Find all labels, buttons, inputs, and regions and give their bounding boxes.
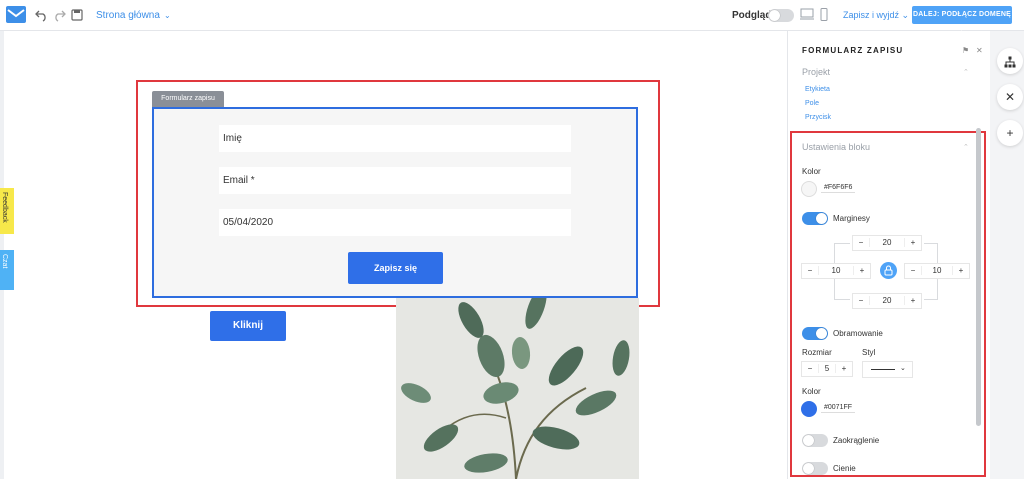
- date-field[interactable]: 05/04/2020: [219, 209, 571, 236]
- block-settings-title[interactable]: Ustawienia bloku: [802, 142, 870, 152]
- margin-bottom-value[interactable]: 20: [869, 296, 905, 305]
- chevron-up-icon[interactable]: ⌃: [963, 143, 969, 151]
- margin-right-stepper[interactable]: − 10 +: [904, 263, 970, 279]
- lock-margins-button[interactable]: [880, 262, 897, 279]
- close-icon[interactable]: ✕: [976, 46, 983, 55]
- close-icon: ✕: [1004, 90, 1016, 104]
- minus-icon[interactable]: −: [804, 266, 816, 275]
- plant-image[interactable]: [396, 298, 639, 479]
- top-bar: Strona główna ⌄ Podgląd Zapisz i wyjdź ⌄ …: [0, 0, 1024, 36]
- shadows-label: Cienie: [833, 464, 856, 473]
- margin-top-value[interactable]: 20: [869, 238, 905, 247]
- border-color-swatch[interactable]: [801, 401, 817, 417]
- page-name: Strona główna: [96, 10, 160, 21]
- sitemap-button[interactable]: [997, 48, 1023, 74]
- minus-icon[interactable]: −: [907, 266, 919, 275]
- chevron-down-icon: ⌄: [901, 10, 910, 20]
- preview-label: Podgląd: [732, 10, 772, 21]
- subscribe-button[interactable]: Zapisz się: [348, 252, 443, 284]
- feedback-label: Feedback: [1, 192, 8, 223]
- margin-left-value[interactable]: 10: [818, 266, 854, 275]
- pin-icon[interactable]: ⚑: [962, 46, 969, 55]
- chat-label: Czat: [1, 254, 8, 269]
- border-style-select[interactable]: ⌄: [862, 361, 913, 378]
- lock-icon: [884, 265, 893, 276]
- undo-icon[interactable]: [35, 8, 49, 22]
- link-label[interactable]: Etykieta: [805, 86, 830, 93]
- panel-scrollbar[interactable]: [976, 128, 981, 426]
- click-button[interactable]: Kliknij: [210, 311, 286, 341]
- margin-right-value[interactable]: 10: [921, 266, 953, 275]
- sitemap-icon: [1004, 56, 1016, 68]
- add-element-button[interactable]: +: [997, 120, 1023, 146]
- plus-icon[interactable]: +: [907, 238, 919, 247]
- chat-tab[interactable]: Czat: [0, 250, 14, 290]
- project-section-title[interactable]: Projekt: [802, 67, 830, 77]
- next-button-label: DALEJ: PODŁĄCZ DOMENĘ: [913, 11, 1011, 18]
- chevron-down-icon: ⌄: [163, 11, 171, 20]
- margins-label: Marginesy: [833, 214, 870, 223]
- border-size-stepper[interactable]: − 5 +: [801, 361, 853, 377]
- close-editor-button[interactable]: ✕: [997, 84, 1023, 110]
- margin-top-stepper[interactable]: − 20 +: [852, 235, 922, 251]
- border-color-value[interactable]: #0071FF: [821, 403, 856, 413]
- bg-color-swatch[interactable]: [801, 181, 817, 197]
- border-size-value[interactable]: 5: [818, 364, 836, 373]
- form-block-tag[interactable]: Formularz zapisu: [152, 91, 224, 107]
- plus-icon[interactable]: +: [955, 266, 967, 275]
- border-color-label: Kolor: [802, 387, 821, 396]
- border-toggle[interactable]: [802, 327, 828, 340]
- rounding-toggle[interactable]: [802, 434, 828, 447]
- margin-bottom-stepper[interactable]: − 20 +: [852, 293, 922, 309]
- bg-color-value[interactable]: #F6F6F6: [821, 183, 856, 193]
- solid-line-icon: [871, 369, 895, 370]
- margin-guide: [834, 279, 850, 300]
- rounding-label: Zaokrąglenie: [833, 436, 880, 445]
- mobile-view-icon[interactable]: [820, 8, 828, 21]
- desktop-view-icon[interactable]: [800, 8, 814, 20]
- plant-illustration: [396, 298, 639, 479]
- preview-toggle[interactable]: [768, 9, 794, 22]
- margins-toggle[interactable]: [802, 212, 828, 225]
- plus-icon[interactable]: +: [907, 296, 919, 305]
- next-connect-domain-button[interactable]: DALEJ: PODŁĄCZ DOMENĘ ›: [912, 6, 1012, 36]
- color-label: Kolor: [802, 167, 821, 176]
- link-button[interactable]: Przycisk: [805, 114, 831, 121]
- save-icon[interactable]: [70, 8, 84, 22]
- minus-icon[interactable]: −: [855, 296, 867, 305]
- plus-icon[interactable]: +: [838, 364, 850, 373]
- save-exit-button[interactable]: Zapisz i wyjdź ⌄: [843, 10, 909, 21]
- shadows-toggle[interactable]: [802, 462, 828, 475]
- border-label: Obramowanie: [833, 329, 883, 338]
- style-label: Styl: [862, 348, 876, 357]
- link-field[interactable]: Pole: [805, 100, 819, 107]
- chevron-down-icon: ⌄: [900, 365, 906, 372]
- redo-icon[interactable]: [52, 8, 66, 22]
- name-field[interactable]: Imię: [219, 125, 571, 152]
- minus-icon[interactable]: −: [855, 238, 867, 247]
- plus-icon[interactable]: +: [856, 266, 868, 275]
- panel-title: FORMULARZ ZAPISU: [802, 46, 904, 55]
- chevron-up-icon[interactable]: ⌃: [963, 68, 969, 76]
- size-label: Rozmiar: [802, 348, 832, 357]
- minus-icon[interactable]: −: [804, 364, 816, 373]
- save-exit-label: Zapisz i wyjdź: [843, 10, 900, 20]
- margin-guide: [924, 279, 938, 300]
- email-field[interactable]: Email *: [219, 167, 571, 194]
- page-selector[interactable]: Strona główna ⌄: [96, 10, 171, 21]
- envelope-logo-icon[interactable]: [6, 6, 26, 23]
- margin-left-stepper[interactable]: − 10 +: [801, 263, 871, 279]
- plus-icon: +: [1006, 126, 1014, 140]
- feedback-tab[interactable]: Feedback: [0, 188, 14, 234]
